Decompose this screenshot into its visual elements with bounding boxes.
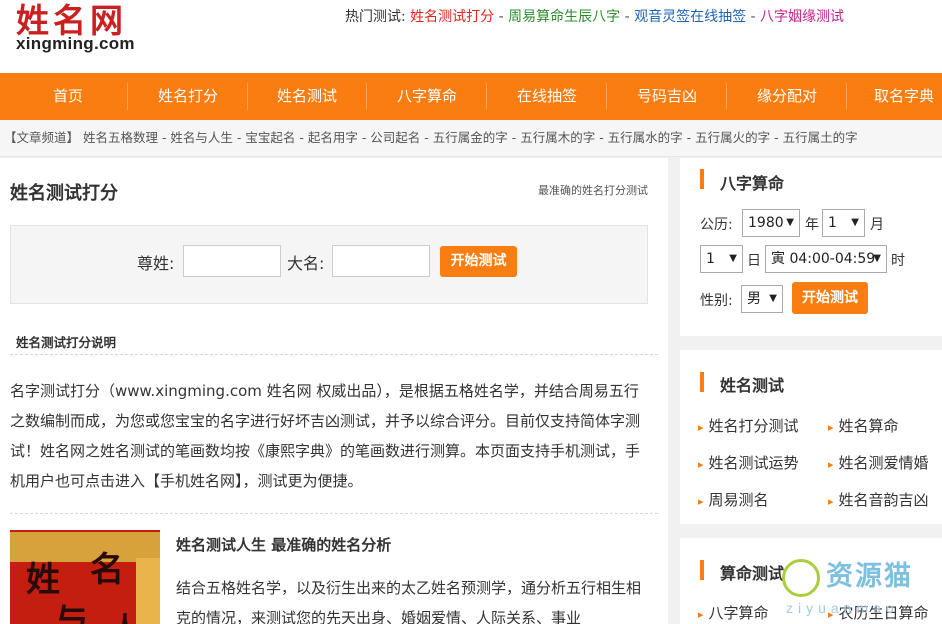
bazi-start-button[interactable]: 开始测试 (792, 282, 868, 314)
month-select[interactable]: 1 ▼ (822, 209, 865, 237)
hot-link-name-score[interactable]: 姓名测试打分 (410, 9, 494, 25)
section-heading: 姓名测试打分说明 (16, 335, 117, 350)
nav-item-name-score[interactable]: 姓名打分 (128, 73, 248, 120)
hot-link-zhouyi-bazi[interactable]: 周易算命生辰八字 (508, 9, 620, 25)
hour-value: 寅 04:00-04:59 (771, 251, 876, 267)
bullet-icon: ▸ (698, 495, 704, 508)
hour-unit: 时 (891, 253, 905, 269)
day-unit: 日 (747, 253, 761, 269)
year-unit: 年 (805, 217, 819, 233)
bazi-panel: 八字算命 公历: 1980 ▼ 年 1 ▼ 月 1 ▼ 日 寅 04:00-04:59… (680, 158, 942, 336)
fortune-panel-title: 算命测试 (720, 564, 785, 583)
bullet-icon: ▸ (828, 495, 834, 508)
dropdown-arrow-icon: ▼ (851, 217, 859, 228)
hot-tests-label: 热门测试: (345, 9, 406, 25)
link-label: 八字算命 (708, 604, 769, 622)
thumbnail-char: 名 (90, 550, 124, 590)
site-logo[interactable]: 姓名网 xingming.com (14, 0, 164, 60)
gender-label: 性别: (700, 293, 733, 309)
month-value: 1 (828, 215, 837, 231)
link-name-fortune[interactable]: ▸ 姓名算命 (828, 415, 899, 436)
nav-item-match[interactable]: 缘分配对 (727, 73, 847, 120)
day-select[interactable]: 1 ▼ (700, 245, 743, 273)
bullet-icon: ▸ (828, 421, 834, 434)
link-label: 周易测名 (708, 491, 769, 509)
bullet-icon: ▸ (698, 608, 704, 621)
logo-domain-text: xingming.com (16, 34, 135, 53)
watermark-logo: 资源猫 ziyuanmao (776, 550, 942, 624)
panel-accent-bar (700, 169, 704, 189)
link-label: 姓名算命 (838, 417, 899, 435)
link-bazi-fortune[interactable]: ▸ 八字算命 (698, 602, 769, 623)
nav-item-bazi[interactable]: 八字算命 (367, 73, 487, 120)
surname-input[interactable] (183, 245, 281, 277)
link-label: 姓名音韵吉凶 (838, 491, 929, 509)
nav-item-name-test[interactable]: 姓名测试 (247, 73, 367, 120)
name-test-panel-title: 姓名测试 (720, 376, 785, 395)
hour-select[interactable]: 寅 04:00-04:59 ▼ (765, 245, 887, 273)
name-test-panel: 姓名测试 ▸ 姓名打分测试 ▸ 姓名算命 ▸ 姓名测试运势 ▸ 姓名测爱情婚 ▸ 周易测名… (680, 350, 942, 524)
link-label: 姓名测试运势 (708, 454, 799, 472)
year-value: 1980 (748, 215, 784, 231)
divider (10, 513, 658, 514)
cat-icon (782, 559, 820, 597)
panel-accent-bar (700, 372, 704, 392)
separator: - (746, 9, 761, 25)
gender-select[interactable]: 男 ▼ (741, 285, 783, 313)
intro-paragraph: 名字测试打分（www.xingming.com 姓名网 权威出品），是根据五格姓… (10, 382, 641, 490)
article-title-link[interactable]: 姓名测试人生 最准确的姓名分析 (176, 534, 391, 555)
article-excerpt: 结合五格姓名学，以及衍生出来的太乙姓名预测学，通分析五行相生相克的情况，来测试您… (176, 579, 642, 624)
dropdown-arrow-icon: ▼ (769, 293, 777, 304)
nav-item-number-luck[interactable]: 号码吉凶 (607, 73, 727, 120)
start-test-button[interactable]: 开始测试 (440, 246, 517, 277)
link-label: 姓名测爱情婚 (838, 454, 929, 472)
nav-item-home[interactable]: 首页 (8, 73, 128, 120)
given-name-input[interactable] (332, 245, 430, 277)
divider (10, 354, 658, 355)
surname-label: 尊姓: (137, 254, 175, 273)
link-zhouyi-name[interactable]: ▸ 周易测名 (698, 489, 769, 510)
panel-accent-bar (700, 560, 704, 580)
bazi-panel-title: 八字算命 (720, 174, 785, 193)
link-name-love[interactable]: ▸ 姓名测爱情婚 (828, 452, 929, 473)
watermark-domain: ziyuanmao (786, 600, 899, 616)
bullet-icon: ▸ (828, 458, 834, 471)
site-header: 姓名网 xingming.com 热门测试: 姓名测试打分 - 周易算命生辰八字… (0, 0, 942, 73)
page-subtitle: 最准确的姓名打分测试 (538, 184, 648, 197)
link-name-luck[interactable]: ▸ 姓名测试运势 (698, 452, 799, 473)
dropdown-arrow-icon: ▼ (786, 217, 794, 228)
name-test-form: 尊姓: 大名: 开始测试 (10, 225, 648, 304)
dropdown-arrow-icon: ▼ (873, 253, 881, 264)
bullet-icon: ▸ (698, 421, 704, 434)
hot-tests-bar: 热门测试: 姓名测试打分 - 周易算命生辰八字 - 观音灵签在线抽签 - 八字姻… (345, 6, 844, 26)
link-name-phonetics[interactable]: ▸ 姓名音韵吉凶 (828, 489, 929, 510)
thumbnail-char: 与 (54, 602, 88, 624)
article-thumbnail[interactable]: 姓 名 与 人 (10, 530, 160, 624)
day-value: 1 (706, 251, 715, 267)
page-title: 姓名测试打分 (10, 183, 118, 204)
nav-item-online-lots[interactable]: 在线抽签 (487, 73, 607, 120)
month-unit: 月 (870, 217, 884, 233)
thumbnail-char: 人 (110, 604, 140, 624)
gender-value: 男 (747, 291, 761, 307)
dropdown-arrow-icon: ▼ (729, 253, 737, 264)
given-name-label: 大名: (287, 254, 325, 273)
main-content: 姓名测试打分 最准确的姓名打分测试 尊姓: 大名: 开始测试 姓名测试打分说明 … (0, 158, 668, 624)
link-name-score[interactable]: ▸ 姓名打分测试 (698, 415, 799, 436)
article-channels-bar[interactable]: 【文章频道】 姓名五格数理 - 姓名与人生 - 宝宝起名 - 起名用字 - 公司… (0, 120, 942, 157)
bullet-icon: ▸ (698, 458, 704, 471)
separator: - (494, 9, 509, 25)
calendar-label: 公历: (700, 217, 733, 233)
nav-item-naming-dict[interactable]: 取名字典 (846, 73, 942, 120)
watermark-text: 资源猫 (826, 561, 913, 592)
main-nav: 首页 姓名打分 姓名测试 八字算命 在线抽签 号码吉凶 缘分配对 取名字典 (0, 73, 942, 120)
hot-link-guanyin-lots[interactable]: 观音灵签在线抽签 (634, 9, 746, 25)
hot-link-bazi-marriage[interactable]: 八字姻缘测试 (760, 9, 844, 25)
link-label: 姓名打分测试 (708, 417, 799, 435)
separator: - (620, 9, 635, 25)
year-select[interactable]: 1980 ▼ (742, 209, 800, 237)
